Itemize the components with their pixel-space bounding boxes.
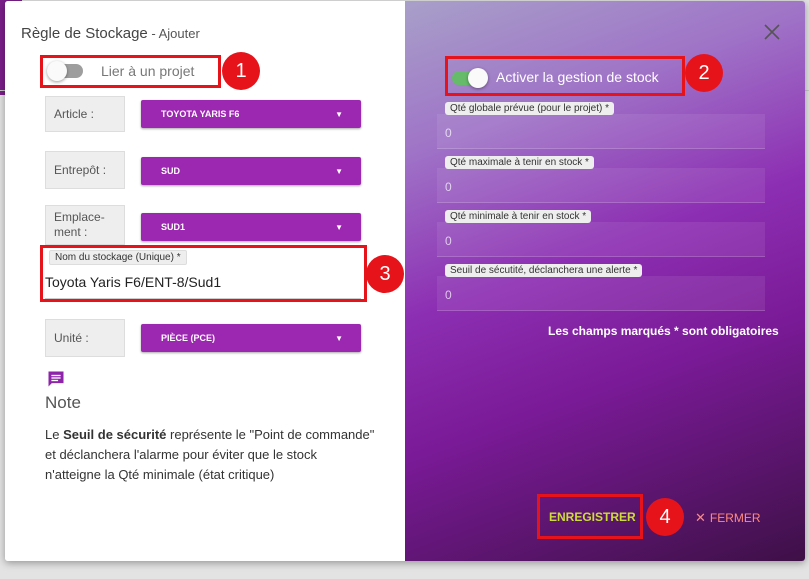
qty-min-value[interactable]: 0 xyxy=(445,234,452,248)
dialog-title: Règle de Stockage - Ajouter xyxy=(21,25,200,42)
chevron-down-icon: ▼ xyxy=(335,223,343,232)
close-button-label: FERMER xyxy=(709,511,761,525)
chevron-down-icon: ▼ xyxy=(335,167,343,176)
close-button[interactable]: ✕ FERMER xyxy=(695,510,761,526)
entrepot-label-text: Entrepôt : xyxy=(54,163,107,177)
comment-icon xyxy=(48,371,64,387)
qty-min-label: Qté minimale à tenir en stock * xyxy=(445,210,592,223)
callout-box-4 xyxy=(537,494,643,539)
qty-global-value[interactable]: 0 xyxy=(445,126,452,140)
article-select[interactable]: TOYOTA YARIS F6 ▼ xyxy=(141,100,361,128)
article-label-text: Article : xyxy=(54,107,95,121)
mandatory-note: Les champs marqués * sont obligatoires xyxy=(548,324,779,338)
qty-min-field[interactable]: Qté minimale à tenir en stock * 0 xyxy=(437,210,765,257)
article-label: Article : xyxy=(45,96,125,132)
callout-box-2 xyxy=(445,56,685,96)
safety-threshold-field[interactable]: Seuil de sécutité, déclanchera une alert… xyxy=(437,264,765,311)
emplacement-label-line2: ment : xyxy=(54,225,88,239)
close-icon[interactable] xyxy=(762,22,782,42)
qty-global-label: Qté globale prévue (pour le projet) * xyxy=(445,102,614,115)
callout-number-1: 1 xyxy=(222,52,260,90)
dialog-title-main: Règle de Stockage xyxy=(21,25,148,42)
unite-select-value: PIÈCE (PCE) xyxy=(161,333,216,343)
callout-number-2: 2 xyxy=(685,54,723,92)
entrepot-select[interactable]: SUD ▼ xyxy=(141,157,361,185)
close-icon: ✕ xyxy=(695,510,706,525)
dialog-subtitle: Ajouter xyxy=(158,26,200,41)
chevron-down-icon: ▼ xyxy=(335,110,343,119)
entrepot-label: Entrepôt : xyxy=(45,151,125,189)
article-select-value: TOYOTA YARIS F6 xyxy=(161,109,240,119)
qty-max-field[interactable]: Qté maximale à tenir en stock * 0 xyxy=(437,156,765,203)
chevron-down-icon: ▼ xyxy=(335,334,343,343)
emplacement-select-value: SUD1 xyxy=(161,222,186,232)
qty-max-label: Qté maximale à tenir en stock * xyxy=(445,156,594,169)
qty-max-value[interactable]: 0 xyxy=(445,180,452,194)
note-title: Note xyxy=(45,393,81,412)
callout-number-3: 3 xyxy=(366,255,404,293)
emplacement-label-line1: Emplace- xyxy=(54,210,105,224)
unite-label: Unité : xyxy=(45,319,125,357)
note-text-prefix: Le xyxy=(45,427,64,442)
unite-select[interactable]: PIÈCE (PCE) ▼ xyxy=(141,324,361,352)
entrepot-select-value: SUD xyxy=(161,166,181,176)
callout-number-4: 4 xyxy=(646,498,684,536)
note-text: Le Seuil de sécurité représente le "Poin… xyxy=(45,425,375,485)
unite-label-text: Unité : xyxy=(54,331,89,345)
note-text-bold: Seuil de sécurité xyxy=(63,427,167,442)
dialog-title-separator: - xyxy=(147,26,159,41)
emplacement-label: Emplace- ment : xyxy=(45,205,125,245)
safety-threshold-value[interactable]: 0 xyxy=(445,288,452,302)
qty-global-field[interactable]: Qté globale prévue (pour le projet) * 0 xyxy=(437,102,765,149)
emplacement-select[interactable]: SUD1 ▼ xyxy=(141,213,361,241)
callout-box-3 xyxy=(40,245,367,302)
safety-threshold-label: Seuil de sécutité, déclanchera une alert… xyxy=(445,264,643,277)
callout-box-1 xyxy=(40,55,221,88)
